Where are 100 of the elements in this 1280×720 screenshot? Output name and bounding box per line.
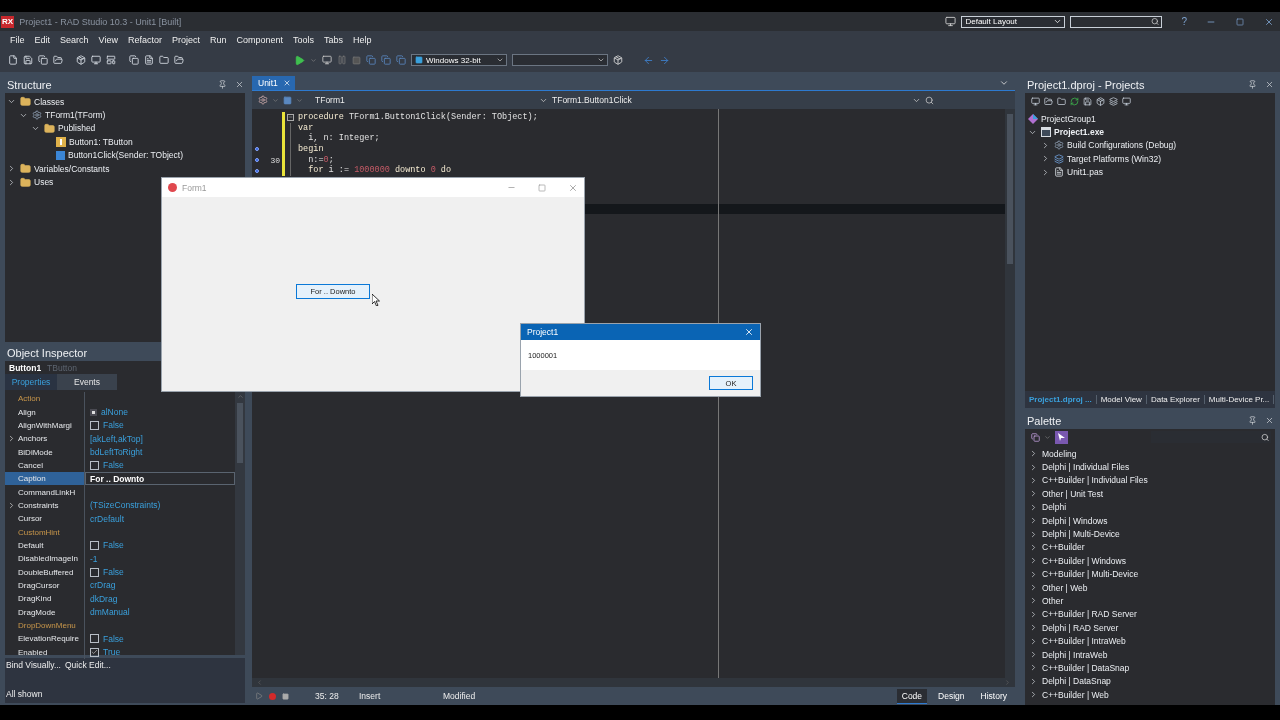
- property-name[interactable]: DisabledImageIn: [5, 552, 85, 566]
- menu-item[interactable]: Edit: [29, 34, 56, 45]
- panel-tab[interactable]: Multi-Device Pr...: [1204, 395, 1275, 404]
- tree-item[interactable]: Button1: TButton: [69, 136, 133, 147]
- platform-select[interactable]: Windows 32-bit: [411, 54, 507, 66]
- menu-item[interactable]: Project: [166, 34, 205, 45]
- property-name[interactable]: Align: [5, 405, 85, 419]
- editor-tab[interactable]: Unit1: [252, 76, 295, 90]
- palette-category[interactable]: C++Builder | Windows: [1042, 555, 1126, 566]
- property-value[interactable]: (TSizeConstraints): [90, 500, 161, 511]
- property-name[interactable]: Action: [5, 392, 85, 406]
- code-line: var: [297, 122, 315, 133]
- property-value[interactable]: bdLeftToRight: [90, 447, 143, 458]
- property-value[interactable]: dmManual: [90, 607, 130, 618]
- palette-category[interactable]: C++Builder | DataSnap: [1042, 662, 1130, 673]
- property-value[interactable]: crDrag: [90, 580, 116, 591]
- code-line: i, n: Integer;: [307, 133, 381, 144]
- tree-item[interactable]: Classes: [34, 96, 65, 107]
- menu-item[interactable]: View: [93, 34, 123, 45]
- palette-category[interactable]: Delphi | DataSnap: [1042, 676, 1111, 687]
- property-value[interactable]: False: [103, 567, 124, 578]
- property-name[interactable]: BiDiMode: [5, 445, 85, 459]
- property-name[interactable]: Cursor: [5, 512, 85, 526]
- tree-item[interactable]: Unit1.pas: [1067, 167, 1103, 178]
- property-name[interactable]: DragMode: [5, 605, 85, 619]
- property-name[interactable]: AlignWithMargi: [5, 418, 85, 433]
- menu-item[interactable]: Search: [55, 34, 94, 45]
- palette-category[interactable]: C++Builder | IntraWeb: [1042, 636, 1126, 647]
- code-line: begin: [297, 144, 325, 155]
- tab-label[interactable]: Unit1: [258, 78, 278, 88]
- palette-category[interactable]: C++Builder | Individual Files: [1042, 475, 1148, 486]
- palette-category[interactable]: Modeling: [1042, 448, 1077, 459]
- property-name[interactable]: CustomHint: [5, 525, 85, 539]
- property-value[interactable]: alNone: [101, 407, 128, 417]
- menu-item[interactable]: Tabs: [319, 34, 349, 45]
- palette-category[interactable]: Other | Web: [1042, 582, 1088, 593]
- tree-item[interactable]: Button1Click(Sender: TObject): [68, 150, 183, 161]
- code-line: procedure TForm1.Button1Click(Sender: TObject);: [297, 112, 539, 123]
- property-name[interactable]: Anchors: [5, 432, 85, 446]
- view-tab[interactable]: Design: [933, 688, 970, 704]
- layout-select[interactable]: Default Layout: [961, 15, 1066, 28]
- inspector-tab[interactable]: Properties: [5, 374, 57, 390]
- panel-title: Project1.dproj - Projects: [1027, 78, 1146, 91]
- property-value[interactable]: -1: [90, 553, 98, 564]
- palette-category[interactable]: Delphi | Individual Files: [1042, 462, 1130, 473]
- property-name[interactable]: DropDownMenu: [5, 618, 85, 633]
- tree-item[interactable]: Uses: [34, 177, 54, 188]
- method-select[interactable]: TForm1.Button1Click: [552, 95, 908, 105]
- property-value[interactable]: [akLeft,akTop]: [90, 433, 143, 444]
- menu-item[interactable]: Run: [204, 34, 232, 45]
- property-value[interactable]: False: [103, 540, 124, 551]
- tree-item[interactable]: TForm1(TForm): [45, 110, 106, 121]
- menu-item[interactable]: File: [5, 34, 30, 45]
- palette-category[interactable]: Delphi: [1042, 502, 1067, 513]
- panel-tab[interactable]: Model View: [1096, 395, 1147, 404]
- property-name[interactable]: DragKind: [5, 592, 85, 606]
- property-name[interactable]: DragCursor: [5, 578, 85, 593]
- menu-item[interactable]: Tools: [288, 34, 319, 45]
- property-value[interactable]: True: [103, 647, 121, 658]
- panel-tab[interactable]: Data Explorer: [1146, 395, 1205, 404]
- help-button[interactable]: ?: [1181, 16, 1187, 27]
- tree-item[interactable]: ProjectGroup1: [1041, 113, 1096, 124]
- view-tab[interactable]: History: [975, 688, 1012, 704]
- menu-item[interactable]: Help: [348, 34, 377, 45]
- property-value[interactable]: crDefault: [90, 513, 124, 524]
- palette-category[interactable]: Delphi | Windows: [1042, 515, 1108, 526]
- class-select[interactable]: TForm1: [307, 95, 535, 105]
- property-value[interactable]: dkDrag: [90, 593, 118, 604]
- tree-item[interactable]: Published: [58, 123, 96, 134]
- tree-item[interactable]: Target Platforms (Win32): [1067, 153, 1161, 164]
- property-value[interactable]: False: [103, 633, 124, 644]
- property-name[interactable]: ElevationRequire: [5, 632, 85, 646]
- menu-item[interactable]: Refactor: [122, 34, 167, 45]
- property-value[interactable]: False: [103, 420, 124, 431]
- palette-category[interactable]: C++Builder | Web: [1042, 689, 1109, 700]
- menu-item[interactable]: Component: [231, 34, 288, 45]
- palette-category[interactable]: Other | Unit Test: [1042, 488, 1104, 499]
- property-name[interactable]: DoubleBuffered: [5, 565, 85, 579]
- palette-category[interactable]: C++Builder | Multi-Device: [1042, 569, 1139, 580]
- tree-item[interactable]: Project1.exe: [1054, 127, 1105, 138]
- palette-category[interactable]: Delphi | Multi-Device: [1042, 529, 1120, 540]
- property-name[interactable]: Default: [5, 538, 85, 553]
- inspector-tab[interactable]: Events: [57, 374, 117, 390]
- component-name: Button1: [9, 362, 42, 373]
- palette-category[interactable]: Other: [1042, 596, 1064, 606]
- tree-item[interactable]: Build Configurations (Debug): [1067, 140, 1177, 151]
- view-tab[interactable]: Code: [896, 688, 928, 704]
- property-name[interactable]: CommandLinkH: [5, 485, 85, 499]
- tree-item[interactable]: Variables/Constants: [34, 163, 110, 174]
- property-name[interactable]: Constraints: [5, 498, 85, 513]
- palette-category[interactable]: C++Builder | RAD Server: [1042, 609, 1137, 620]
- property-value[interactable]: False: [103, 460, 124, 471]
- line-number: 30: [270, 155, 280, 165]
- link[interactable]: Bind Visually...: [6, 660, 61, 670]
- palette-category[interactable]: Delphi | RAD Server: [1042, 622, 1119, 633]
- palette-category[interactable]: C++Builder: [1042, 542, 1085, 553]
- property-name[interactable]: Caption: [5, 472, 85, 486]
- palette-category[interactable]: Delphi | IntraWeb: [1042, 649, 1108, 660]
- panel-tab[interactable]: Project1.dproj ...: [1025, 395, 1097, 404]
- link[interactable]: Quick Edit...: [64, 660, 111, 670]
